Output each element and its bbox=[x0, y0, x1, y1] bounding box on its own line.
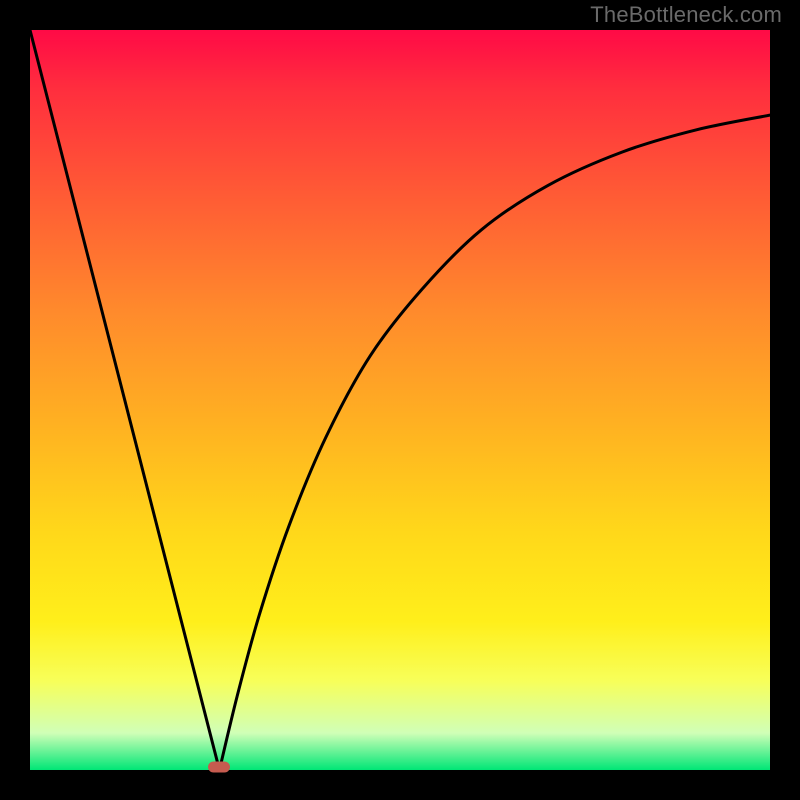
plot-area bbox=[30, 30, 770, 770]
watermark-text: TheBottleneck.com bbox=[590, 2, 782, 28]
curve-svg bbox=[30, 30, 770, 770]
bottleneck-curve bbox=[30, 30, 770, 770]
min-marker bbox=[208, 762, 230, 773]
chart-frame: TheBottleneck.com bbox=[0, 0, 800, 800]
